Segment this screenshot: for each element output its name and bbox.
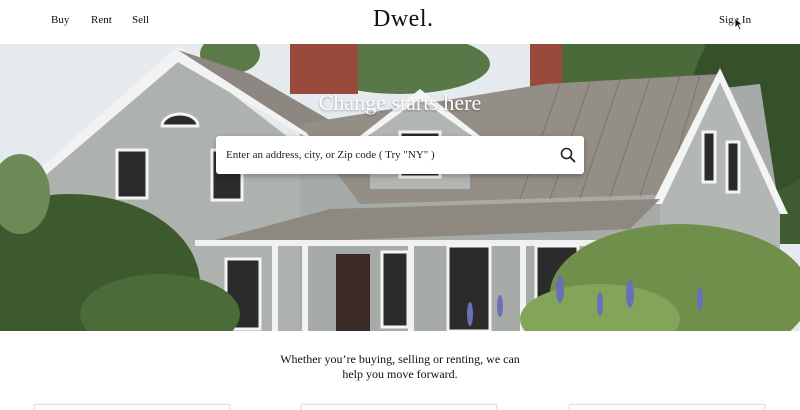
- feature-card-sell[interactable]: [301, 404, 497, 410]
- hero-section: Change starts here: [0, 44, 800, 331]
- tagline-line-2: help you move forward.: [342, 367, 458, 381]
- mouse-pointer-icon: [734, 17, 744, 31]
- address-search-box: [216, 136, 584, 174]
- search-icon[interactable]: [560, 147, 576, 163]
- nav-buy-link[interactable]: Buy: [51, 14, 69, 26]
- tagline: Whether you’re buying, selling or rentin…: [250, 352, 550, 382]
- hero-headline: Change starts here: [318, 90, 482, 115]
- top-navigation-bar: Buy Rent Sell Dwel. Sign In: [0, 0, 800, 44]
- address-search-input[interactable]: [226, 145, 546, 165]
- hero-house-image: [0, 44, 800, 331]
- feature-card-buy[interactable]: [34, 404, 230, 410]
- nav-rent-link[interactable]: Rent: [91, 14, 112, 26]
- nav-sell-link[interactable]: Sell: [132, 14, 149, 26]
- site-logo[interactable]: Dwel.: [373, 6, 433, 33]
- tagline-line-1: Whether you’re buying, selling or rentin…: [280, 352, 520, 366]
- feature-card-rent[interactable]: [569, 404, 765, 410]
